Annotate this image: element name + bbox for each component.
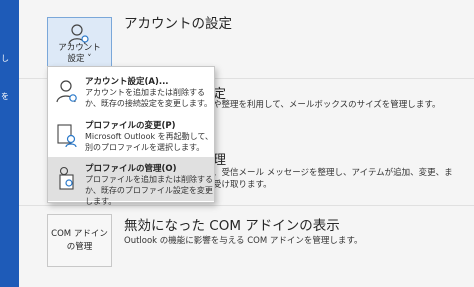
account-settings-label: アカウント [58,43,101,53]
menu-item-change-profile[interactable]: プロファイルの変更(P) Microsoft Outlook を再起動して、別の… [48,114,214,158]
menu-item-desc: アカウントを追加または削除するか、既存の接続設定を変更します。 [85,88,213,108]
com-addin-desc: Outlook の機能に影響を与える COM アドインを管理します。 [124,236,363,246]
left-nav-strip: し を [0,0,19,287]
profile-manage-icon [59,166,74,190]
menu-item-title: プロファイルの変更(P) [85,121,176,131]
nav-text-fragment[interactable]: し [1,53,9,64]
menu-item-title: プロファイルの管理(O) [85,164,177,174]
rules-alerts-desc-2: 受け取ります。 [213,180,272,190]
account-settings-dropdown: アカウント設定(A)... アカウントを追加または削除するか、既存の接続設定を変… [47,66,215,206]
menu-item-title: アカウント設定(A)... [85,77,169,87]
rules-alerts-desc: 、受信メール メッセージを整理し、アイテムが追加、変更、ま [213,168,453,178]
account-settings-button[interactable]: アカウント 設定 ˅ [47,17,112,70]
com-addin-label-2: の管理 [66,242,93,252]
profile-switch-icon [57,124,77,148]
menu-item-desc: プロファイルを追加または削除するか、既存のプロファイル設定を変更します。 [85,175,213,206]
account-settings-section: アカウント 設定 ˅ アカウントの設定 [19,0,474,70]
user-gear-icon [56,80,77,103]
menu-item-desc: Microsoft Outlook を再起動して、別のプロファイルを選択します。 [85,132,213,152]
account-settings-label-2: 設定 ˅ [67,54,92,64]
mailbox-cleanup-desc: や整理を利用して、メールボックスのサイズを管理します。 [213,100,441,110]
com-addin-manage-button[interactable]: COM アドイン の管理 [47,214,112,267]
section-title: アカウントの設定 [124,16,232,32]
menu-item-account-settings[interactable]: アカウント設定(A)... アカウントを追加または削除するか、既存の接続設定を変… [48,70,214,114]
com-addin-title: 無効になった COM アドインの表示 [124,218,340,234]
com-addin-label: COM アドイン [51,229,108,239]
nav-text-fragment[interactable]: を [1,91,9,102]
menu-item-manage-profiles[interactable]: プロファイルの管理(O) プロファイルを追加または削除するか、既存のプロファイル… [48,157,214,206]
